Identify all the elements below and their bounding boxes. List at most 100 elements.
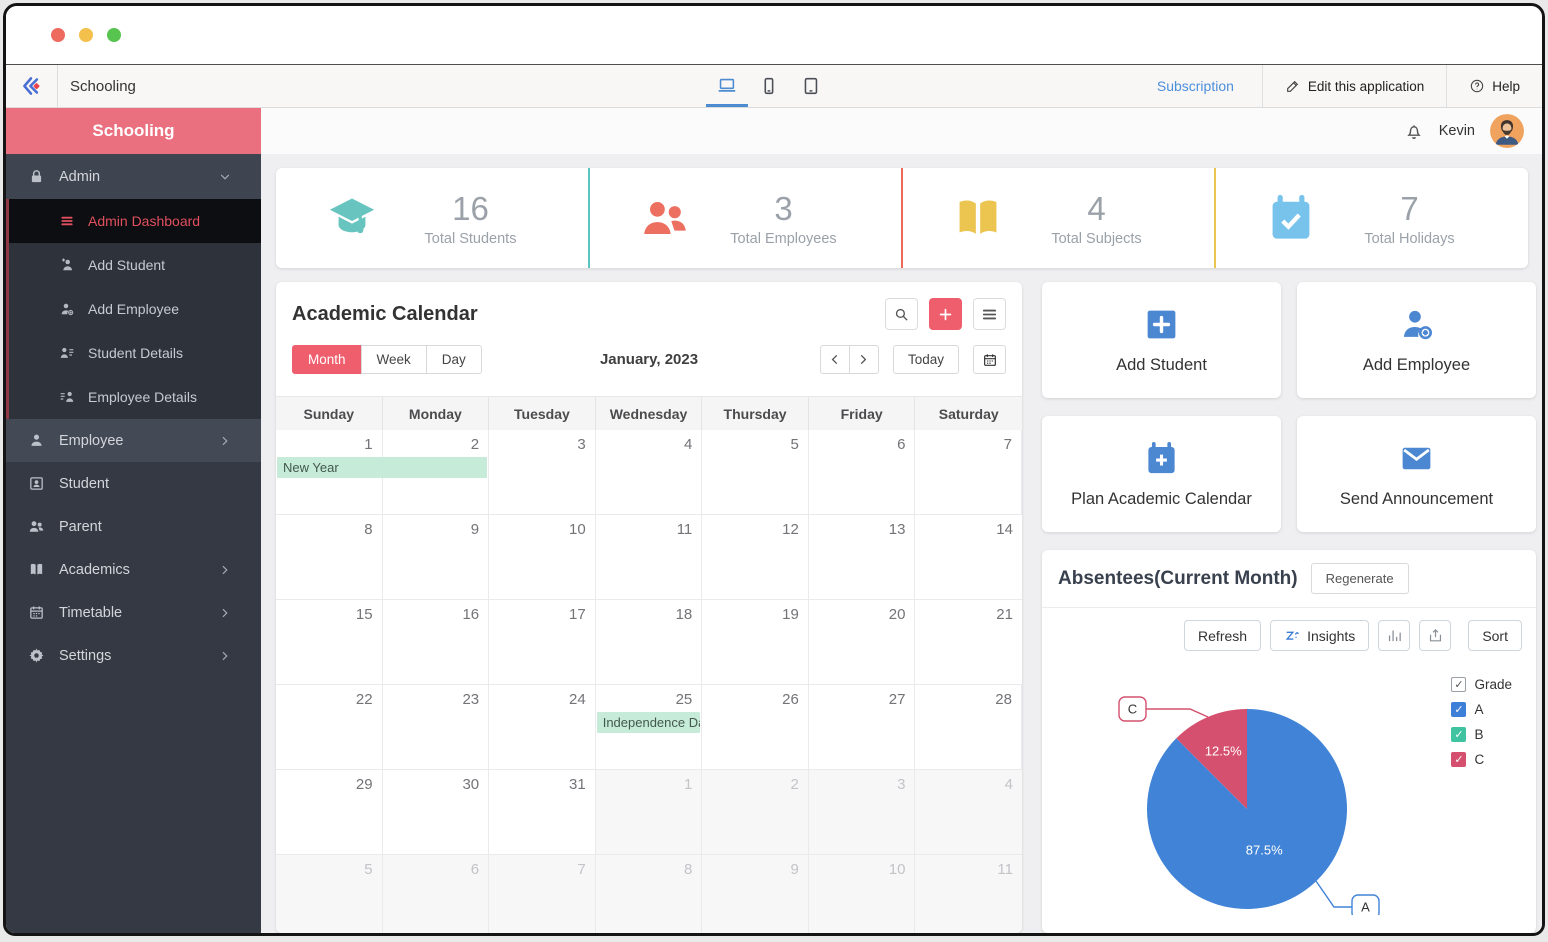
creator-logo[interactable] (6, 65, 58, 107)
sidebar-item-timetable[interactable]: Timetable (6, 591, 261, 634)
sidebar-item-student-details[interactable]: Student Details (9, 331, 261, 375)
device-tab-phone[interactable] (748, 65, 790, 107)
day-cell[interactable]: 21 (915, 600, 1022, 685)
calendar-next-button[interactable] (849, 345, 879, 374)
day-cell[interactable]: 28 (915, 685, 1022, 770)
day-cell[interactable]: 17 (489, 600, 596, 685)
day-cell[interactable]: 12 (702, 515, 809, 600)
day-cell[interactable]: 27 (809, 685, 916, 770)
edit-application-button[interactable]: Edit this application (1262, 65, 1446, 107)
calendar-add-event-button[interactable] (929, 298, 962, 330)
sidebar-item-settings[interactable]: Settings (6, 634, 261, 677)
today-button[interactable]: Today (893, 345, 959, 374)
sidebar-item-academics[interactable]: Academics (6, 548, 261, 591)
zoom-button[interactable] (107, 28, 121, 42)
legend-item-b[interactable]: ✓B (1451, 727, 1512, 742)
plan-academic-calendar-card[interactable]: Plan Academic Calendar (1042, 416, 1281, 532)
day-cell[interactable]: 15 (276, 600, 383, 685)
day-cell[interactable]: 18 (596, 600, 703, 685)
calendar-search-button[interactable] (885, 298, 918, 330)
day-cell[interactable]: 1 (596, 770, 703, 855)
day-number: 31 (569, 776, 586, 793)
day-cell[interactable]: 7 (489, 855, 596, 933)
day-cell[interactable]: 26 (702, 685, 809, 770)
day-cell[interactable]: 29 (276, 770, 383, 855)
calendar-menu-button[interactable] (973, 298, 1006, 330)
day-cell[interactable]: 13 (809, 515, 916, 600)
regenerate-button[interactable]: Regenerate (1311, 563, 1409, 594)
c-checkbox[interactable]: ✓ (1451, 752, 1466, 767)
add-student-card[interactable]: Add Student (1042, 282, 1281, 398)
day-cell[interactable]: 20 (809, 600, 916, 685)
grade-checkbox[interactable]: ✓ (1451, 677, 1466, 692)
add-employee-card[interactable]: Add Employee (1297, 282, 1536, 398)
day-cell[interactable]: 22 (276, 685, 383, 770)
legend-item-c[interactable]: ✓C (1451, 752, 1512, 767)
sidebar-item-add-student[interactable]: Add Student (9, 243, 261, 287)
sort-button[interactable]: Sort (1468, 620, 1522, 651)
calendar-event[interactable]: New Year (277, 457, 487, 478)
day-number: 8 (364, 521, 372, 538)
day-cell[interactable]: 4 (915, 770, 1022, 855)
refresh-button[interactable]: Refresh (1184, 620, 1261, 651)
day-cell[interactable]: 11 (915, 855, 1022, 933)
day-cell[interactable]: 5 (702, 430, 809, 515)
day-cell[interactable]: 19 (702, 600, 809, 685)
day-cell[interactable]: 2 (702, 770, 809, 855)
day-cell[interactable]: 6 (809, 430, 916, 515)
calendar-event[interactable]: Independence Day (597, 712, 701, 733)
day-number: 23 (462, 691, 479, 708)
view-toggle-week[interactable]: Week (361, 345, 427, 374)
day-cell[interactable]: 9 (702, 855, 809, 933)
chart-type-button[interactable] (1378, 620, 1410, 651)
day-cell[interactable]: 23 (383, 685, 490, 770)
day-cell[interactable]: 9 (383, 515, 490, 600)
day-cell[interactable]: 6 (383, 855, 490, 933)
sidebar-item-employee-details[interactable]: Employee Details (9, 375, 261, 419)
day-cell[interactable]: 7 (915, 430, 1022, 515)
sidebar-item-add-employee[interactable]: Add Employee (9, 287, 261, 331)
day-cell[interactable]: 5 (276, 855, 383, 933)
help-button[interactable]: Help (1446, 65, 1542, 107)
bell-icon[interactable] (1404, 121, 1424, 141)
day-cell[interactable]: 8 (596, 855, 703, 933)
send-announcement-card[interactable]: Send Announcement (1297, 416, 1536, 532)
calendar-picker-button[interactable] (973, 345, 1006, 374)
day-cell[interactable]: 14 (915, 515, 1022, 600)
day-cell[interactable]: 31 (489, 770, 596, 855)
day-cell[interactable]: 11 (596, 515, 703, 600)
day-cell[interactable]: 24 (489, 685, 596, 770)
day-cell[interactable]: 16 (383, 600, 490, 685)
day-cell[interactable]: 4 (596, 430, 703, 515)
day-cell[interactable]: 3 (489, 430, 596, 515)
sidebar-item-employee[interactable]: Employee (6, 419, 261, 462)
pie-chart[interactable]: 87.5%12.5%CA (1050, 675, 1450, 915)
b-checkbox[interactable]: ✓ (1451, 727, 1466, 742)
a-checkbox[interactable]: ✓ (1451, 702, 1466, 717)
legend-header[interactable]: ✓Grade (1451, 677, 1512, 692)
callout-line-C (1145, 709, 1208, 717)
device-tab-tablet[interactable] (790, 65, 832, 107)
insights-button[interactable]: Insights (1270, 620, 1369, 651)
close-button[interactable] (51, 28, 65, 42)
day-cell[interactable]: 10 (489, 515, 596, 600)
day-cell[interactable]: 30 (383, 770, 490, 855)
day-cell[interactable]: 10 (809, 855, 916, 933)
day-cell[interactable]: 8 (276, 515, 383, 600)
minimize-button[interactable] (79, 28, 93, 42)
legend-item-a[interactable]: ✓A (1451, 702, 1512, 717)
subscription-link[interactable]: Subscription (1129, 65, 1262, 107)
sidebar-item-student[interactable]: Student (6, 462, 261, 505)
avatar[interactable] (1490, 114, 1524, 148)
sidebar-item-parent[interactable]: Parent (6, 505, 261, 548)
chevron-right-icon (219, 435, 231, 447)
export-button[interactable] (1419, 620, 1451, 651)
day-cell[interactable]: 3 (809, 770, 916, 855)
sidebar-item-admin-dashboard[interactable]: Admin Dashboard (9, 199, 261, 243)
sidebar-nav: AdminAdmin DashboardAdd StudentAdd Emplo… (6, 154, 261, 677)
sidebar-item-admin[interactable]: Admin (6, 154, 261, 199)
view-toggle-month[interactable]: Month (292, 345, 362, 374)
calendar-prev-button[interactable] (820, 345, 850, 374)
view-toggle-day[interactable]: Day (426, 345, 482, 374)
device-tab-laptop[interactable] (706, 65, 748, 107)
